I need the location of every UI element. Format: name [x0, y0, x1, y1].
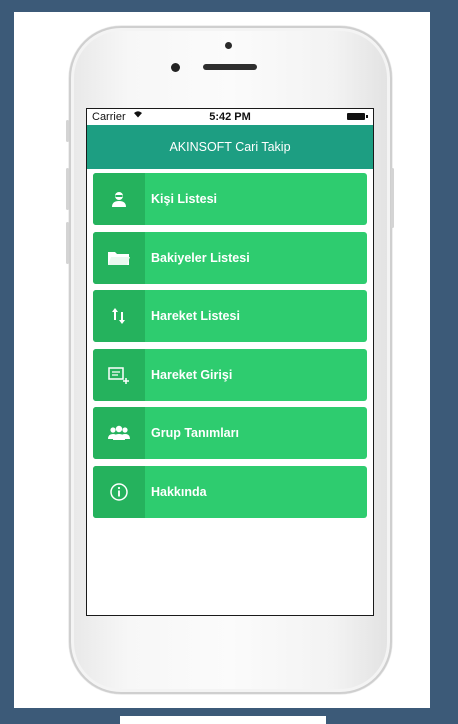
menu-item-label: Hareket Listesi: [151, 309, 240, 323]
person-icon: [93, 173, 145, 225]
phone-volume-up-button: [66, 168, 69, 210]
status-time: 5:42 PM: [209, 111, 251, 123]
battery-icon: [347, 113, 368, 120]
menu-item-hareket-listesi[interactable]: Hareket Listesi: [93, 290, 367, 342]
earpiece-speaker: [203, 64, 257, 70]
main-menu: Kişi Listesi Bakiyeler Listesi Hareket L…: [87, 169, 373, 518]
phone-power-button: [391, 168, 394, 228]
phone-screen: Carrier 5:42 PM AKINSOFT Cari Takip Kişi…: [86, 108, 374, 616]
phone-side-button: [66, 120, 69, 142]
frame-bottom-strip: [120, 716, 326, 724]
menu-item-hareket-girisi[interactable]: Hareket Girişi: [93, 348, 367, 401]
menu-item-label: Bakiyeler Listesi: [151, 250, 250, 265]
navigation-bar: AKINSOFT Cari Takip: [87, 125, 373, 169]
menu-item-label: Hakkında: [151, 484, 207, 499]
menu-item-kisi-listesi[interactable]: Kişi Listesi: [93, 173, 367, 225]
proximity-sensor: [171, 63, 180, 72]
menu-item-label: Kişi Listesi: [151, 192, 217, 206]
menu-item-grup-tanimlari[interactable]: Grup Tanımları: [93, 407, 367, 459]
status-bar: Carrier 5:42 PM: [87, 109, 373, 125]
menu-item-label: Grup Tanımları: [151, 426, 239, 440]
phone-volume-down-button: [66, 222, 69, 264]
arrows-updown-icon: [93, 290, 145, 342]
folder-icon: [93, 231, 145, 284]
menu-item-hakkinda[interactable]: Hakkında: [93, 465, 367, 518]
group-icon: [93, 407, 145, 459]
menu-item-bakiyeler-listesi[interactable]: Bakiyeler Listesi: [93, 231, 367, 284]
add-entry-icon: [93, 348, 145, 401]
menu-item-label: Hareket Girişi: [151, 367, 233, 382]
app-title: AKINSOFT Cari Takip: [169, 140, 291, 154]
info-icon: [93, 465, 145, 518]
front-camera: [225, 42, 232, 49]
